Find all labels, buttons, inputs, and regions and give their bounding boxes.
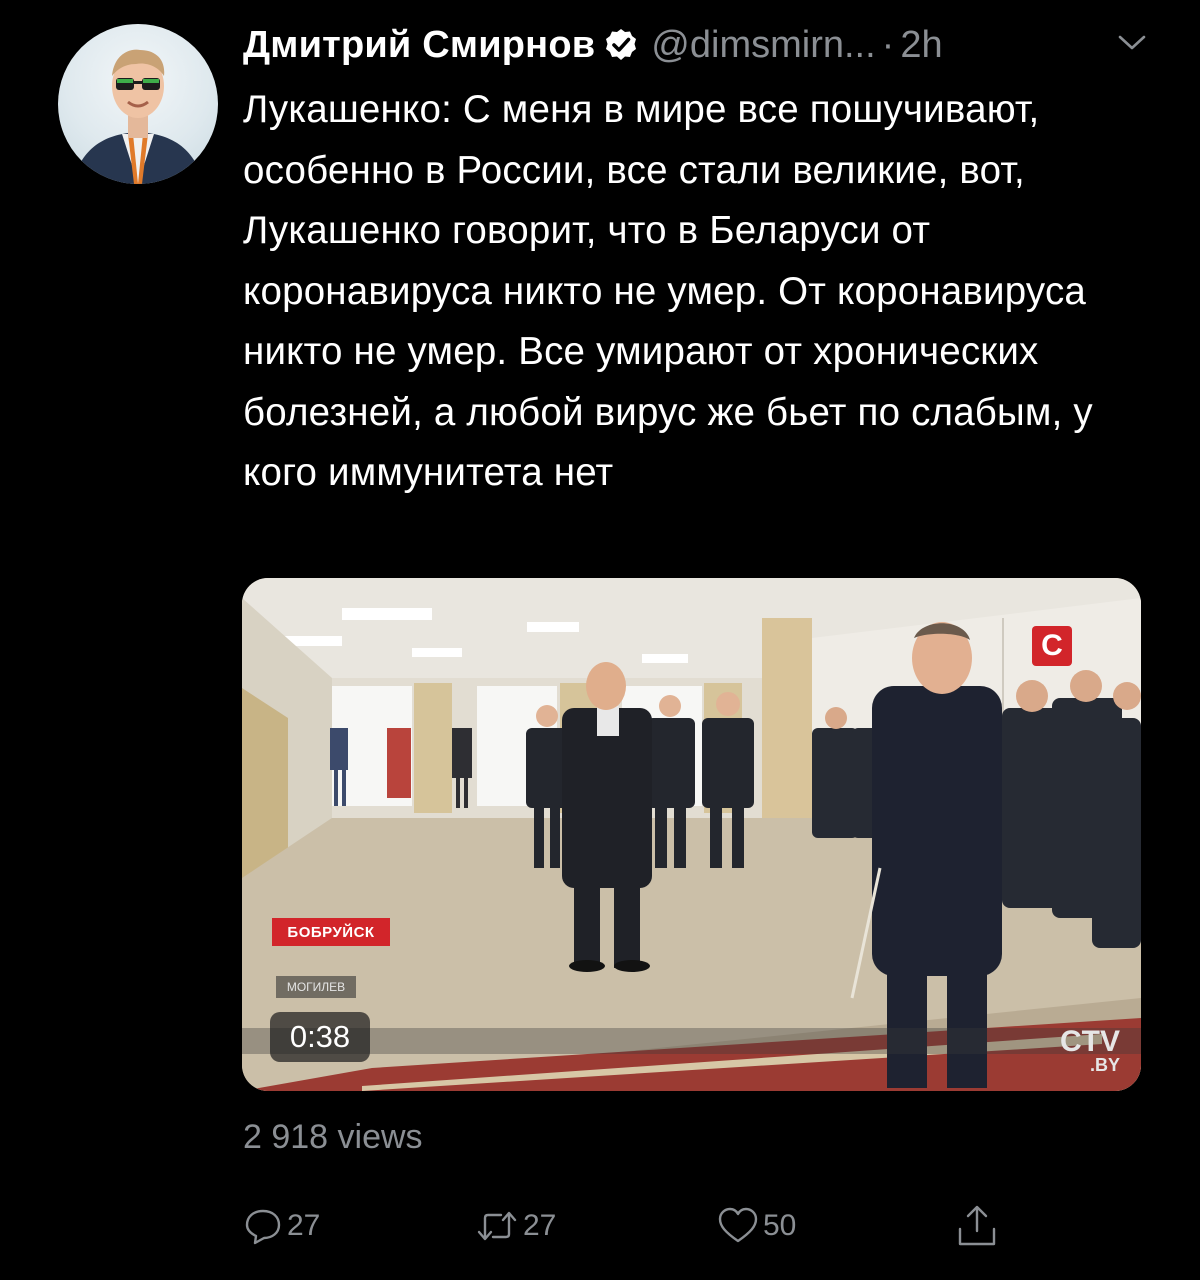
location-tag: БОБРУЙСК bbox=[272, 918, 390, 946]
channel-logo-sub: .BY bbox=[1089, 1055, 1120, 1075]
heart-icon bbox=[717, 1206, 759, 1246]
verified-badge-icon bbox=[603, 27, 639, 63]
share-icon bbox=[955, 1203, 999, 1249]
channel-logo-text: CTV bbox=[1060, 1025, 1120, 1058]
chevron-down-icon[interactable] bbox=[1115, 32, 1149, 54]
video-duration: 0:38 bbox=[270, 1012, 370, 1062]
avatar[interactable] bbox=[58, 24, 218, 184]
video-frame bbox=[242, 578, 1141, 1091]
reply-bubble-icon bbox=[243, 1206, 283, 1246]
retweet-icon bbox=[475, 1206, 519, 1246]
author-display-name[interactable]: Дмитрий Смирнов bbox=[243, 24, 595, 67]
share-button[interactable] bbox=[955, 1198, 999, 1254]
tweet-text: Лукашенко: С меня в мире все пошучивают,… bbox=[243, 88, 1093, 494]
retweet-count: 27 bbox=[523, 1209, 557, 1242]
reply-button[interactable]: 27 bbox=[243, 1198, 320, 1254]
view-count: 2 918 views bbox=[243, 1118, 423, 1156]
action-bar: 27 27 50 bbox=[243, 1198, 1063, 1254]
like-button[interactable]: 50 bbox=[717, 1198, 796, 1254]
author-handle[interactable]: @dimsmirn... bbox=[651, 24, 875, 67]
avatar-photo bbox=[72, 49, 204, 184]
tweet-header: Дмитрий Смирнов @dimsmirn... · 2h bbox=[243, 20, 943, 70]
region-tag: МОГИЛЕВ bbox=[276, 976, 356, 998]
reply-count: 27 bbox=[287, 1209, 321, 1242]
tweet-timestamp[interactable]: 2h bbox=[900, 24, 942, 67]
retweet-button[interactable]: 27 bbox=[475, 1198, 556, 1254]
tweet: Дмитрий Смирнов @dimsmirn... · 2h Лукаше… bbox=[0, 0, 1200, 1280]
like-count: 50 bbox=[763, 1209, 797, 1242]
channel-logo: CTV .BY bbox=[1060, 1025, 1120, 1075]
channel-badge: С bbox=[1032, 626, 1072, 666]
video-player[interactable] bbox=[242, 578, 1141, 1091]
separator-dot: · bbox=[881, 23, 895, 66]
